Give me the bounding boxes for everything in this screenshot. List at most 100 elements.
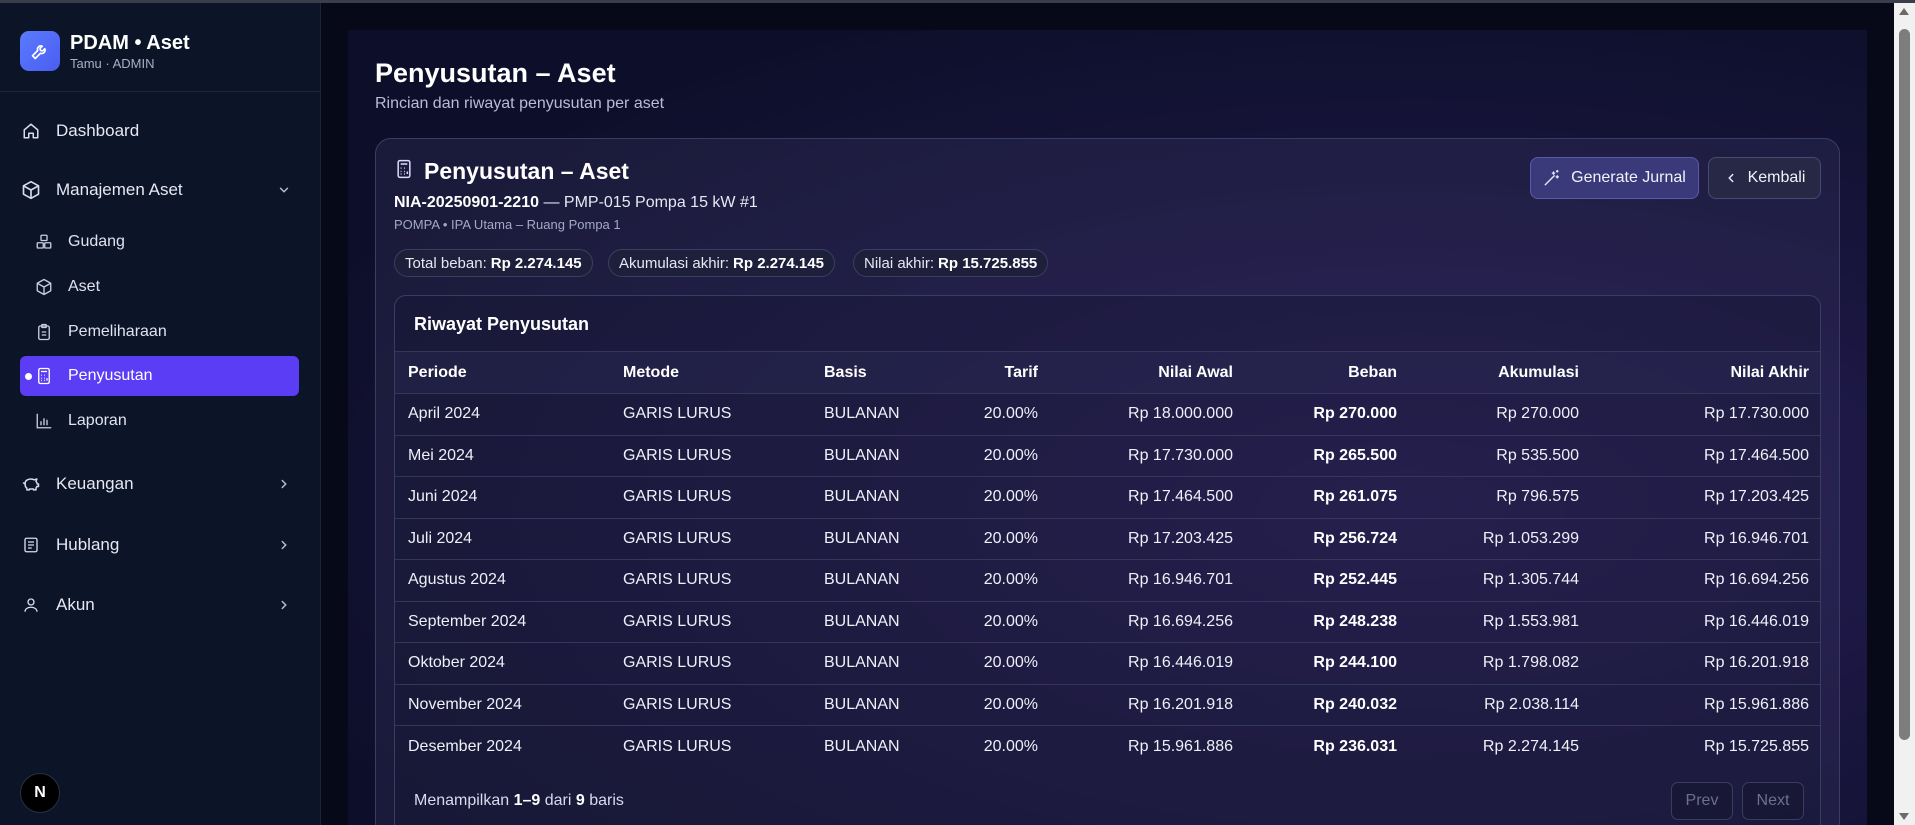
chevron-right-icon bbox=[277, 476, 291, 496]
nav-label-akun: Akun bbox=[56, 595, 95, 614]
scrollbar-thumb[interactable] bbox=[1899, 29, 1910, 740]
nav-label-keuangan: Keuangan bbox=[56, 474, 134, 493]
cell-periode: Juli 2024 bbox=[395, 517, 610, 560]
cell-beban: Rp 256.724 bbox=[1246, 517, 1410, 560]
nilai-akhir-value: Rp 15.725.855 bbox=[938, 254, 1038, 272]
total-beban-label: Total beban: bbox=[405, 254, 487, 272]
chevron-down-icon bbox=[277, 182, 291, 202]
nilai-akhir-label: Nilai akhir: bbox=[864, 254, 935, 272]
scroll-up-arrow-icon[interactable] bbox=[1899, 8, 1909, 15]
pagination-total: 9 bbox=[575, 792, 585, 809]
cell-basis: BULANAN bbox=[811, 434, 951, 477]
page-title: Penyusutan – Aset bbox=[375, 58, 616, 88]
sidebar-label-penyusutan: Penyusutan bbox=[68, 367, 153, 384]
cell-periode: Oktober 2024 bbox=[395, 642, 610, 684]
chevron-right-icon bbox=[277, 537, 291, 557]
calculator-icon bbox=[394, 158, 414, 185]
back-label: Kembali bbox=[1747, 169, 1806, 186]
asset-description: — PMP-015 Pompa 15 kW #1 bbox=[539, 194, 758, 211]
brand-title: PDAM • Aset bbox=[70, 31, 190, 54]
column-header-periode: Periode bbox=[395, 351, 610, 394]
boxes-icon bbox=[34, 232, 54, 252]
table-row: Juni 2024 GARIS LURUS BULANAN 20.00% Rp 17.4… bbox=[395, 476, 1820, 518]
table-row: Agustus 2024 GARIS LURUS BULANAN 20.00% Rp 1… bbox=[395, 559, 1820, 601]
cell-periode: September 2024 bbox=[395, 600, 610, 643]
sidebar-item-pemeliharaan[interactable]: Pemeliharaan bbox=[20, 312, 299, 352]
cell-tarif: 20.00% bbox=[951, 642, 1051, 684]
scroll-down-arrow-icon[interactable] bbox=[1899, 813, 1909, 820]
table-row: Desember 2024 GARIS LURUS BULANAN 20.00% Rp … bbox=[395, 725, 1820, 767]
cell-metode: GARIS LURUS bbox=[610, 600, 811, 643]
vertical-scrollbar[interactable] bbox=[1894, 3, 1915, 825]
cell-nilai-akhir: Rp 17.203.425 bbox=[1592, 476, 1820, 518]
history-table-title: Riwayat Penyusutan bbox=[414, 314, 590, 334]
cell-basis: BULANAN bbox=[811, 393, 951, 435]
akumulasi-akhir-pill: Akumulasi akhir: Rp 2.274.145 bbox=[608, 249, 835, 277]
cell-beban: Rp 244.100 bbox=[1246, 642, 1410, 684]
next-page-button[interactable]: Next bbox=[1742, 782, 1804, 820]
pagination-mid: dari bbox=[540, 792, 576, 809]
brand[interactable]: PDAM • Aset Tamu · ADMIN bbox=[20, 31, 190, 71]
cell-tarif: 20.00% bbox=[951, 725, 1051, 767]
cell-nilai-awal: Rp 16.694.256 bbox=[1051, 600, 1246, 643]
cell-akumulasi: Rp 2.038.114 bbox=[1410, 683, 1592, 726]
column-header-nilai-awal: Nilai Awal bbox=[1051, 351, 1246, 394]
next-dev-badge[interactable]: N bbox=[20, 773, 60, 813]
cell-periode: Juni 2024 bbox=[395, 476, 610, 518]
cell-nilai-akhir: Rp 16.201.918 bbox=[1592, 642, 1820, 684]
cell-akumulasi: Rp 796.575 bbox=[1410, 476, 1592, 518]
cell-nilai-awal: Rp 16.446.019 bbox=[1051, 642, 1246, 684]
cell-tarif: 20.00% bbox=[951, 393, 1051, 435]
pagination-suffix: baris bbox=[584, 792, 624, 809]
generate-jurnal-button[interactable]: Generate Jurnal bbox=[1530, 157, 1699, 199]
sidebar-item-penyusutan[interactable]: Penyusutan bbox=[20, 356, 299, 396]
column-header-basis: Basis bbox=[811, 351, 951, 394]
history-table-panel: Riwayat Penyusutan Periode Metode Basis … bbox=[394, 295, 1821, 825]
nav-item-akun[interactable]: Akun bbox=[20, 585, 299, 625]
cell-periode: Agustus 2024 bbox=[395, 559, 610, 601]
nav-item-keuangan[interactable]: Keuangan bbox=[20, 464, 299, 504]
cell-beban: Rp 270.000 bbox=[1246, 393, 1410, 435]
sidebar-item-aset[interactable]: Aset bbox=[20, 267, 299, 307]
sidebar-label-pemeliharaan: Pemeliharaan bbox=[68, 323, 167, 340]
cell-tarif: 20.00% bbox=[951, 434, 1051, 477]
prev-page-button[interactable]: Prev bbox=[1671, 782, 1733, 820]
back-button[interactable]: Kembali bbox=[1708, 157, 1821, 199]
cell-tarif: 20.00% bbox=[951, 600, 1051, 643]
cell-basis: BULANAN bbox=[811, 517, 951, 560]
column-header-metode: Metode bbox=[610, 351, 811, 394]
clipboard-icon bbox=[34, 322, 54, 342]
cell-beban: Rp 252.445 bbox=[1246, 559, 1410, 601]
cell-tarif: 20.00% bbox=[951, 476, 1051, 518]
nav-item-manajemen-aset[interactable]: Manajemen Aset bbox=[20, 170, 299, 210]
table-row: Oktober 2024 GARIS LURUS BULANAN 20.00% Rp 1… bbox=[395, 642, 1820, 684]
nav-item-dashboard[interactable]: Dashboard bbox=[20, 111, 299, 151]
cell-akumulasi: Rp 535.500 bbox=[1410, 434, 1592, 477]
column-header-beban: Beban bbox=[1246, 351, 1410, 394]
package-icon bbox=[34, 277, 54, 297]
bar-chart-icon bbox=[34, 411, 54, 431]
cell-nilai-awal: Rp 16.946.701 bbox=[1051, 559, 1246, 601]
cell-basis: BULANAN bbox=[811, 725, 951, 767]
chevron-left-icon bbox=[1724, 171, 1738, 185]
wrench-icon bbox=[20, 31, 60, 71]
cell-nilai-awal: Rp 15.961.886 bbox=[1051, 725, 1246, 767]
table-body: April 2024 GARIS LURUS BULANAN 20.00% Rp 18.… bbox=[395, 393, 1820, 767]
cell-basis: BULANAN bbox=[811, 642, 951, 684]
sidebar-item-laporan[interactable]: Laporan bbox=[20, 401, 299, 441]
akumulasi-akhir-value: Rp 2.274.145 bbox=[733, 254, 824, 272]
calculator-icon bbox=[34, 366, 54, 386]
cell-nilai-akhir: Rp 15.725.855 bbox=[1592, 725, 1820, 767]
column-header-tarif: Tarif bbox=[951, 351, 1051, 394]
cell-beban: Rp 240.032 bbox=[1246, 683, 1410, 726]
user-icon bbox=[20, 594, 42, 616]
sidebar-item-gudang[interactable]: Gudang bbox=[20, 222, 299, 262]
asset-code: NIA-20250901-2210 bbox=[394, 194, 539, 211]
cell-nilai-akhir: Rp 17.730.000 bbox=[1592, 393, 1820, 435]
nav-item-hublang[interactable]: Hublang bbox=[20, 525, 299, 565]
cell-metode: GARIS LURUS bbox=[610, 434, 811, 477]
total-beban-value: Rp 2.274.145 bbox=[490, 254, 582, 272]
box-icon bbox=[20, 179, 42, 201]
cell-metode: GARIS LURUS bbox=[610, 725, 811, 767]
asset-location: POMPA • IPA Utama – Ruang Pompa 1 bbox=[394, 217, 621, 232]
